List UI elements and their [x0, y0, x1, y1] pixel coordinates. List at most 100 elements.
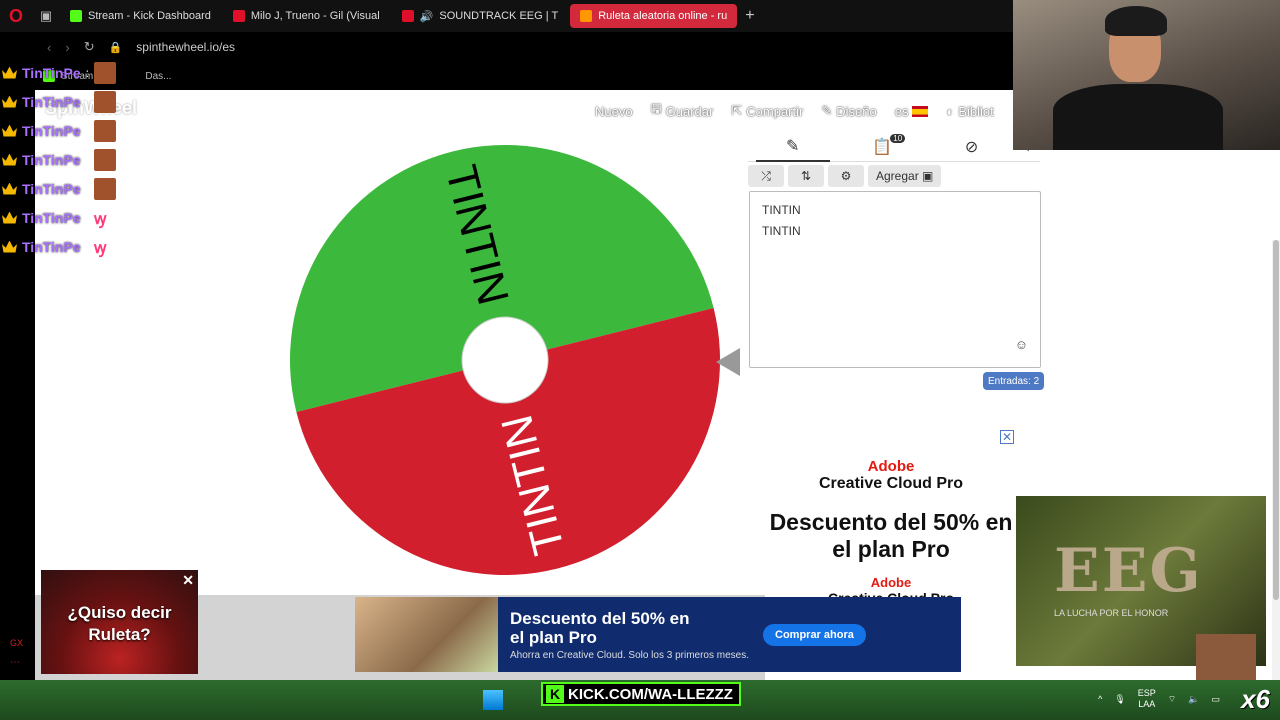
tab-results[interactable]: 📋 10	[845, 132, 919, 162]
crown-icon	[2, 95, 17, 108]
ad-banner-bottom[interactable]: Descuento del 50% en el plan Pro Ahorra …	[355, 597, 961, 672]
kick-favicon-icon	[70, 10, 82, 22]
scrollbar[interactable]	[1272, 240, 1280, 680]
eeg-logo: EEG	[1054, 536, 1203, 606]
entries-textarea[interactable]: TINTIN TINTIN ☺	[749, 191, 1041, 368]
library-label: Bibliot	[958, 103, 994, 119]
webcam-person-body	[1053, 84, 1223, 150]
more-icon[interactable]: ⋯	[10, 657, 20, 668]
new-button[interactable]: Nuevo	[595, 100, 633, 122]
emote-icon	[93, 119, 116, 142]
lock-icon: 🔒	[108, 41, 123, 54]
chat-message: TinTinPe:	[2, 145, 142, 174]
ad-headline: Descuento del 50% en el plan Pro	[510, 608, 690, 647]
url-field[interactable]: spinthewheel.io/es	[136, 40, 235, 54]
chat-message: TinTinPe: ꝡ	[2, 203, 142, 232]
entry-line: TINTIN	[762, 203, 801, 217]
chevron-up-icon[interactable]: ^	[1098, 694, 1102, 704]
sort-button[interactable]: ⇅	[788, 165, 824, 187]
shuffle-icon: ⤮	[761, 168, 771, 183]
gx-icon[interactable]: GX	[10, 638, 23, 648]
share-label: Compartir	[746, 103, 804, 119]
kick-url: KICK.COM/WA-LLEZZZ	[568, 685, 733, 703]
share-button[interactable]: ⇱ Compartir	[731, 100, 803, 122]
ad-buy-button[interactable]: Comprar ahora	[763, 623, 866, 646]
wifi-icon[interactable]: ⌔	[1168, 694, 1176, 705]
ad-photo	[355, 597, 498, 672]
pencil-icon: ✎	[821, 103, 833, 118]
chat-colon: :	[85, 210, 89, 225]
tab-ruleta[interactable]: Ruleta aleatoria online - ru	[570, 4, 738, 28]
wheel-center-hub[interactable]	[461, 316, 549, 404]
settings-button[interactable]: ⚙	[828, 165, 864, 187]
language-label: es	[894, 103, 909, 119]
emoji-icon[interactable]: ☺	[1015, 334, 1028, 355]
entry-actions: ⤮ ⇅ ⚙ Agregar ▣	[748, 165, 942, 187]
tab-soundtrack[interactable]: 🔊 SOUNDTRACK EEG | T	[392, 4, 569, 28]
volume-icon[interactable]: 🔈	[1188, 694, 1199, 705]
language-indicator[interactable]: ESP LAA	[1138, 688, 1156, 710]
mic-icon[interactable]: 🎙	[1114, 694, 1125, 705]
save-button[interactable]: 🖫 Guardar	[651, 100, 714, 122]
scrollbar-thumb[interactable]	[1273, 240, 1279, 600]
ad-subtext: Ahorra en Creative Cloud. Solo los 3 pri…	[510, 649, 749, 661]
windows-start-icon[interactable]	[483, 690, 503, 710]
tab-label: Milo J, Trueno - Gil (Visual	[250, 10, 380, 22]
emote-icon	[93, 90, 116, 113]
tab-hidden[interactable]: ⊘	[935, 132, 1009, 162]
tab-milo-j[interactable]: Milo J, Trueno - Gil (Visual	[223, 4, 390, 28]
save-label: Guardar	[665, 103, 714, 119]
tab-kick-dashboard[interactable]: Stream - Kick Dashboard	[60, 4, 221, 28]
chat-username: TinTinPe	[22, 151, 81, 168]
chat-message: TinTinPe:	[2, 58, 142, 87]
spin-wheel[interactable]: TINTIN TINTIN	[290, 145, 722, 577]
tab-edit[interactable]: ✎	[755, 132, 830, 162]
chat-message: TinTinPe:	[2, 87, 142, 116]
editor-tabs: ✎ 📋10 ⊘ +	[748, 132, 1040, 162]
pencil-icon: ✎	[786, 137, 800, 155]
tab-label: Ruleta aleatoria online - ru	[598, 10, 728, 22]
close-icon[interactable]: ✕	[1000, 430, 1014, 444]
image-icon: ▣	[922, 169, 934, 183]
spain-flag-icon	[912, 105, 929, 117]
battery-icon[interactable]: ▭	[1211, 694, 1220, 705]
bookmarks-bar: Stream - Das...	[35, 62, 1015, 90]
forward-icon[interactable]: ›	[65, 40, 69, 55]
shuffle-button[interactable]: ⤮	[748, 165, 784, 187]
bookmark-dashboard[interactable]: Das...	[145, 71, 171, 82]
ad-product: Creative Cloud Pro	[818, 475, 964, 492]
crown-icon	[2, 182, 17, 195]
add-image-button[interactable]: Agregar ▣	[868, 165, 942, 187]
crown-icon	[2, 240, 17, 253]
close-icon[interactable]: ✕	[182, 572, 194, 589]
tab-menu-icon[interactable]: ▣	[32, 0, 60, 32]
eeg-tagline: LA LUCHA POR EL HONOR	[1054, 608, 1169, 618]
crown-icon	[2, 66, 17, 79]
opera-logo-icon[interactable]: O	[0, 0, 32, 32]
reload-icon[interactable]: ↻	[84, 39, 95, 55]
webcam-feed	[1013, 0, 1280, 150]
youtube-favicon-icon	[232, 10, 245, 22]
entry-line: TINTIN	[762, 224, 801, 238]
promo-text: ¿Quiso decir Ruleta?	[67, 603, 172, 644]
language-button[interactable]: es	[895, 100, 929, 122]
back-icon[interactable]: ‹	[47, 40, 51, 55]
tab-label: SOUNDTRACK EEG | T	[439, 10, 559, 22]
ad-text: Descuento del 50% en el plan Pro Ahorra …	[498, 609, 749, 661]
clipboard-icon: 📋	[872, 138, 893, 156]
wheel-pointer-icon	[716, 348, 740, 376]
chat-colon: :	[85, 65, 89, 80]
ruleta-promo: ✕ ¿Quiso decir Ruleta?	[41, 570, 198, 674]
design-button[interactable]: ✎ Diseño	[821, 100, 876, 122]
chat-colon: :	[85, 152, 89, 167]
library-button[interactable]: ◐ Bibliot	[946, 100, 993, 122]
site-nav: Nuevo 🖫 Guardar ⇱ Compartir ✎ Diseño es ◐ Bi…	[595, 100, 994, 122]
new-tab-icon[interactable]: +	[745, 7, 754, 25]
results-badge: 10	[890, 133, 906, 143]
design-label: Diseño	[836, 103, 877, 119]
chat-username: TinTinPe	[22, 122, 81, 139]
chat-username: TinTinPe	[22, 209, 81, 226]
lang-top: ESP	[1137, 688, 1156, 698]
share-icon: ⇱	[731, 103, 743, 118]
chat-message: TinTinPe: ꝡ	[2, 232, 142, 261]
